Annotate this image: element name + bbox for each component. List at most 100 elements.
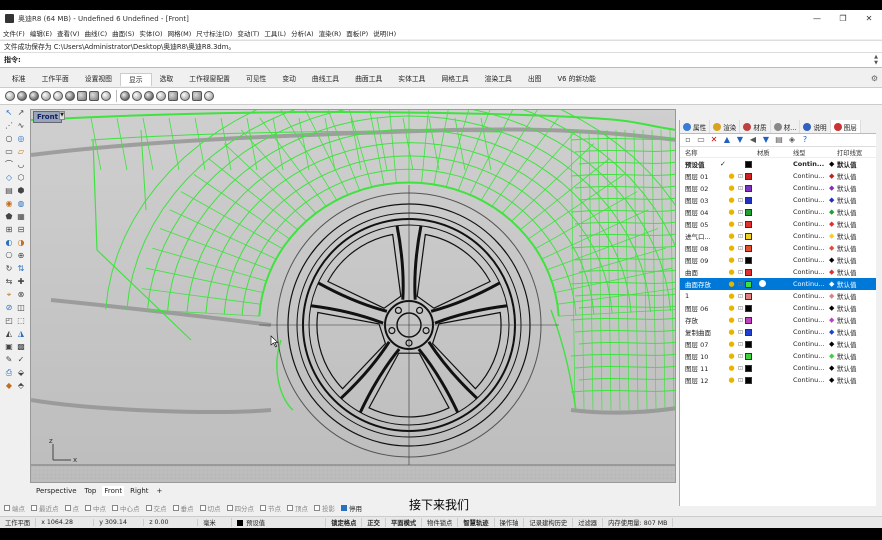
tool-icon[interactable]: ⊟ bbox=[16, 225, 26, 235]
osnap-toggle[interactable]: 点 bbox=[64, 503, 79, 513]
command-scroll-arrows-icon[interactable]: ▲ ▼ bbox=[874, 54, 878, 66]
print-color-icon[interactable]: ◆ bbox=[829, 256, 837, 264]
lightbulb-icon[interactable]: ● bbox=[727, 304, 736, 312]
print-color-icon[interactable]: ◆ bbox=[829, 172, 837, 180]
tool-icon[interactable]: ✎ bbox=[4, 355, 14, 365]
layer-color-swatch[interactable] bbox=[745, 340, 757, 348]
tool-icon[interactable]: ⬚ bbox=[16, 316, 26, 326]
ribbon-tab[interactable]: 曲线工具 bbox=[304, 73, 347, 86]
layer-color-swatch[interactable] bbox=[745, 316, 757, 324]
layer-name[interactable]: 曲面 bbox=[680, 267, 720, 277]
menu-item[interactable]: 网格(M) bbox=[168, 28, 192, 38]
ribbon-tab[interactable]: 工作视窗配置 bbox=[181, 73, 238, 86]
header-printwidth[interactable]: 打印线宽 bbox=[829, 148, 869, 157]
rendered-display-icon[interactable] bbox=[29, 91, 39, 101]
status-toggle[interactable]: 过滤器 bbox=[573, 518, 604, 527]
layer-printwidth[interactable]: 默认值 bbox=[837, 255, 877, 265]
viewport-tab-right[interactable]: Right bbox=[128, 486, 150, 496]
menu-item[interactable]: 实体(O) bbox=[139, 28, 162, 38]
layer-linetype[interactable]: Continu... bbox=[793, 256, 829, 264]
layer-row[interactable]: 1 ● ⊡ Continu... ◆ 默认值 bbox=[680, 290, 882, 302]
layer-row[interactable]: 图层 05 ● ⊡ Continu... ◆ 默认值 bbox=[680, 218, 882, 230]
layer-tools-icon[interactable]: ▤ bbox=[775, 136, 783, 144]
tool-icon[interactable]: ⇆ bbox=[4, 277, 14, 287]
layer-linetype[interactable]: Continu... bbox=[793, 376, 829, 384]
osnap-toggle[interactable]: 切点 bbox=[199, 503, 221, 513]
layer-row[interactable]: 图层 07 ● ⊡ Continu... ◆ 默认值 bbox=[680, 338, 882, 350]
layer-name[interactable]: 图层 06 bbox=[680, 303, 720, 313]
lock-icon[interactable]: ⊡ bbox=[736, 185, 745, 192]
layer-printwidth[interactable]: 默认值 bbox=[837, 351, 877, 361]
layer-printwidth[interactable]: 默认值 bbox=[837, 339, 877, 349]
color-box[interactable] bbox=[745, 184, 752, 192]
move-up-icon[interactable]: ▲ bbox=[723, 136, 731, 144]
lock-icon[interactable]: ⊡ bbox=[736, 365, 745, 372]
checkbox[interactable] bbox=[31, 505, 37, 511]
tool-icon[interactable]: ⎙ bbox=[4, 368, 14, 378]
pen-display-icon[interactable] bbox=[89, 91, 99, 101]
technical-display-icon[interactable] bbox=[65, 91, 75, 101]
header-material[interactable]: 材质 bbox=[757, 148, 793, 157]
panel-tab[interactable]: 材... bbox=[771, 120, 801, 133]
viewport-menu-arrow-icon[interactable]: ▼ bbox=[59, 111, 65, 120]
layer-row[interactable]: 图层 11 ● ⊡ Continu... ◆ 默认值 bbox=[680, 362, 882, 374]
checkbox[interactable] bbox=[314, 505, 320, 511]
layer-color-swatch[interactable] bbox=[745, 364, 757, 372]
panel-tab[interactable]: 属性 bbox=[680, 120, 711, 133]
lightbulb-icon[interactable]: ● bbox=[727, 256, 736, 264]
layer-color-swatch[interactable] bbox=[745, 172, 757, 180]
layer-color-swatch[interactable] bbox=[745, 328, 757, 336]
print-color-icon[interactable]: ◆ bbox=[829, 184, 837, 192]
checkbox[interactable] bbox=[85, 505, 91, 511]
color-box[interactable] bbox=[745, 232, 752, 240]
color-box[interactable] bbox=[745, 328, 752, 336]
checkbox[interactable] bbox=[64, 505, 71, 511]
layer-linetype[interactable]: Continu... bbox=[793, 232, 829, 240]
layer-row[interactable]: 图层 02 ● ⊡ Continu... ◆ 默认值 bbox=[680, 182, 882, 194]
tool-icon[interactable]: ⬟ bbox=[4, 212, 14, 222]
checkbox[interactable] bbox=[172, 505, 179, 511]
tool-icon[interactable]: ⇅ bbox=[16, 264, 26, 274]
osnap-toggle[interactable]: 节点 bbox=[260, 503, 281, 513]
ribbon-tab[interactable]: 出图 bbox=[520, 73, 550, 86]
viewport-canvas[interactable]: z x bbox=[31, 110, 676, 483]
move-parent-icon[interactable]: ◀ bbox=[749, 136, 757, 144]
print-color-icon[interactable]: ◆ bbox=[829, 328, 837, 336]
layer-name[interactable]: 进气口... bbox=[680, 231, 720, 241]
osnap-toggle[interactable]: 交点 bbox=[145, 503, 167, 513]
print-color-icon[interactable]: ◆ bbox=[829, 232, 837, 240]
tool-icon[interactable]: ✓ bbox=[16, 355, 26, 365]
layer-linetype[interactable]: Continu... bbox=[793, 184, 829, 192]
layer-name[interactable]: 1 bbox=[680, 292, 720, 300]
layer-name[interactable]: 图层 04 bbox=[680, 207, 720, 217]
layer-row[interactable]: 图层 06 ● ⊡ Continu... ◆ 默认值 bbox=[680, 302, 882, 314]
layer-printwidth[interactable]: 默认值 bbox=[837, 243, 877, 253]
status-cplane[interactable]: 工作平面 bbox=[0, 518, 37, 527]
color-box[interactable] bbox=[745, 160, 752, 168]
tool-icon[interactable]: ⬡ bbox=[16, 173, 26, 183]
lightbulb-icon[interactable]: ● bbox=[727, 340, 736, 348]
checkbox[interactable] bbox=[287, 505, 293, 511]
layer-row[interactable]: 预设值 ✓ Contin... ◆ 默认值 bbox=[680, 158, 882, 170]
color-box[interactable] bbox=[745, 280, 752, 288]
lock-icon[interactable]: ⊡ bbox=[736, 293, 745, 300]
lock-icon[interactable]: ⊡ bbox=[736, 269, 745, 276]
layer-linetype[interactable]: Contin... bbox=[793, 160, 829, 168]
layer-color-swatch[interactable] bbox=[745, 244, 757, 252]
ribbon-tab[interactable]: 工作平面 bbox=[34, 73, 77, 86]
tool-icon[interactable]: ⬢ bbox=[16, 186, 26, 196]
print-color-icon[interactable]: ◆ bbox=[829, 268, 837, 276]
clipping-plane-icon[interactable] bbox=[180, 91, 190, 101]
layer-name[interactable]: 预设值 bbox=[680, 159, 720, 169]
layer-row[interactable]: 图层 12 ● ⊡ Continu... ◆ 默认值 bbox=[680, 374, 882, 386]
menu-item[interactable]: 曲线(C) bbox=[85, 28, 108, 38]
header-name[interactable]: 名称 bbox=[680, 148, 757, 157]
xray-display-icon[interactable] bbox=[53, 91, 63, 101]
tool-icon[interactable]: ▱ bbox=[16, 147, 26, 157]
front-viewport[interactable]: z x Front ▼ bbox=[30, 109, 676, 483]
color-box[interactable] bbox=[745, 172, 752, 180]
camera-icon[interactable] bbox=[156, 91, 166, 101]
artistic-display-icon[interactable] bbox=[77, 91, 87, 101]
menu-item[interactable]: 变动(T) bbox=[237, 28, 259, 38]
panel-scroll-edge[interactable] bbox=[876, 120, 882, 506]
